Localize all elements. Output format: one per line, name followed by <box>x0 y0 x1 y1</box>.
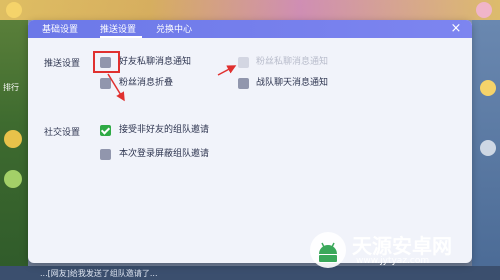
arrow-right-icon <box>217 65 237 76</box>
watermark-title: 天源安卓网 <box>352 234 452 258</box>
watermark: 天源安卓网 www.jytyaz.com <box>308 230 488 270</box>
android-logo-icon <box>310 232 346 268</box>
arrow-down-icon <box>107 73 125 102</box>
watermark-url: www.jytyaz.com <box>356 256 430 266</box>
